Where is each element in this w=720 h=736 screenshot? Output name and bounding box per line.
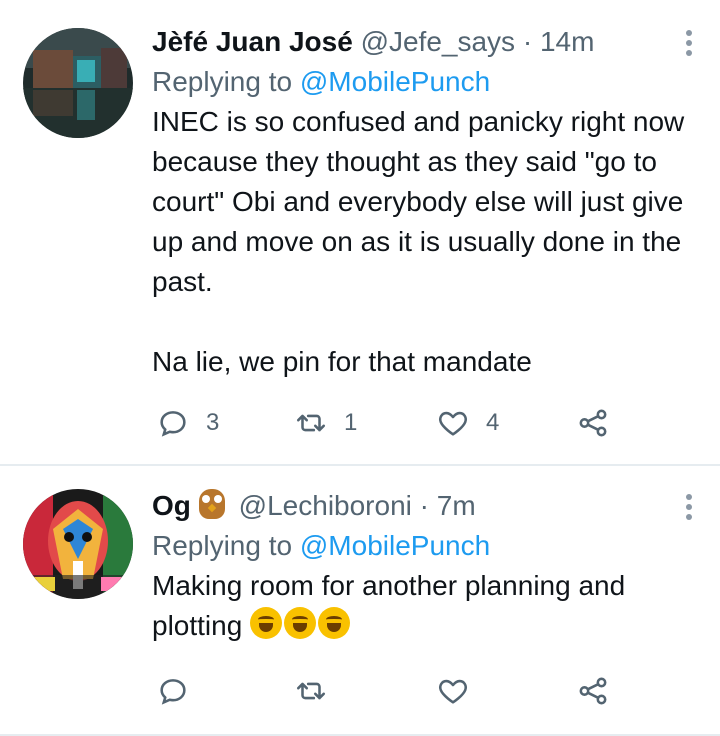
replying-to-label: Replying to	[152, 66, 300, 97]
retweet-button[interactable]	[294, 674, 344, 708]
reply-icon	[160, 679, 186, 705]
tweet-text: Making room for another planning and plo…	[152, 566, 696, 646]
timestamp[interactable]: 7m	[437, 490, 476, 521]
display-name[interactable]: Jèfé Juan José	[152, 26, 353, 57]
reply-count: 3	[206, 409, 220, 436]
retweet-icon	[296, 414, 326, 432]
rolling-on-floor-laughing-emoji	[318, 607, 351, 639]
timestamp[interactable]: 14m	[540, 26, 594, 57]
owl-emoji	[198, 489, 225, 519]
user-handle[interactable]: @Lechiboroni	[239, 490, 412, 521]
user-handle[interactable]: @Jefe_says	[361, 26, 516, 57]
share-button[interactable]	[576, 674, 610, 708]
share-icon	[579, 677, 607, 705]
retweet-count: 1	[344, 409, 358, 436]
tweet-header: Jèfé Juan José @Jefe_says · 14m	[152, 22, 696, 62]
reply-icon	[160, 411, 186, 437]
avatar[interactable]	[23, 28, 133, 138]
tweet-text-content: Making room for another planning and plo…	[152, 570, 633, 641]
rolling-on-floor-laughing-emoji	[250, 607, 283, 639]
tweet-body: Og @Lechiboroni · 7m Replying to @Mobile…	[152, 486, 696, 646]
more-icon[interactable]	[684, 494, 694, 520]
retweet-icon	[296, 682, 326, 700]
like-icon	[439, 679, 467, 704]
more-icon[interactable]	[684, 30, 694, 56]
replying-to-label: Replying to	[152, 530, 300, 561]
like-icon	[439, 411, 467, 436]
separator: ·	[522, 26, 533, 57]
tweet-text: INEC is so confused and panicky right no…	[152, 106, 685, 377]
avatar[interactable]	[23, 489, 133, 599]
mention-link[interactable]: @MobilePunch	[300, 530, 490, 561]
tweet-actions: 3 1 4	[152, 406, 696, 446]
tweet-body: Jèfé Juan José @Jefe_says · 14m Replying…	[152, 22, 696, 382]
mention-link[interactable]: @MobilePunch	[300, 66, 490, 97]
replying-to: Replying to @MobilePunch	[152, 62, 696, 102]
tweet[interactable]: Jèfé Juan José @Jefe_says · 14m Replying…	[0, 0, 720, 466]
like-count: 4	[486, 409, 500, 436]
like-button[interactable]	[436, 674, 486, 708]
share-icon	[579, 409, 607, 437]
tweet[interactable]: Og @Lechiboroni · 7m Replying to @Mobile…	[0, 466, 720, 736]
reply-button[interactable]: 3	[156, 406, 219, 440]
rolling-on-floor-laughing-emoji	[284, 607, 317, 639]
display-name[interactable]: Og	[152, 490, 191, 521]
reply-button[interactable]	[156, 674, 206, 708]
retweet-button[interactable]: 1	[294, 406, 357, 440]
separator: ·	[419, 490, 429, 521]
tweet-actions	[152, 674, 696, 714]
replying-to: Replying to @MobilePunch	[152, 526, 696, 566]
share-button[interactable]	[576, 406, 610, 440]
tweet-header: Og @Lechiboroni · 7m	[152, 486, 696, 526]
like-button[interactable]: 4	[436, 406, 499, 440]
